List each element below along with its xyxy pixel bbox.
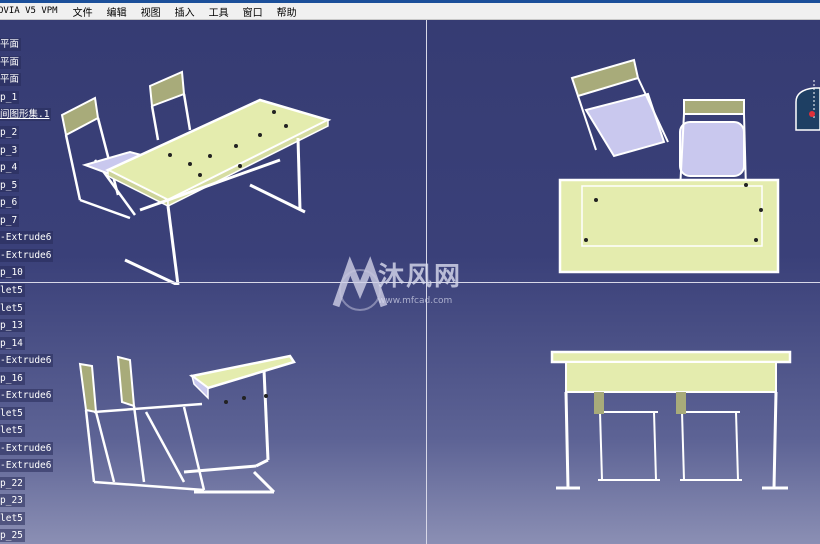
tree-item[interactable]: 平面	[0, 56, 22, 69]
tree-item[interactable]: let5	[0, 407, 25, 420]
menu-bar: OVIA V5 VPM 文件 编辑 视图 插入 工具 窗口 帮助	[0, 3, 820, 20]
menu-help[interactable]: 帮助	[270, 4, 304, 19]
watermark-text: 沐风网	[378, 262, 463, 292]
tree-item[interactable]: let5	[0, 302, 25, 315]
tree-item[interactable]: p_4	[0, 161, 20, 174]
tree-item[interactable]: -Extrude6	[0, 459, 54, 472]
tree-item[interactable]: 平面	[0, 38, 22, 51]
tree-item[interactable]: p_23	[0, 494, 25, 507]
app-name: OVIA V5 VPM	[0, 6, 58, 16]
watermark-url: www.mfcad.com	[378, 296, 453, 306]
compass-icon[interactable]	[790, 80, 820, 136]
tree-item[interactable]: -Extrude6	[0, 442, 54, 455]
tree-item[interactable]: let5	[0, 284, 25, 297]
tree-item[interactable]: -Extrude6	[0, 354, 54, 367]
menu-edit[interactable]: 编辑	[100, 4, 134, 19]
tree-item[interactable]: p_5	[0, 179, 20, 192]
menu-window[interactable]: 窗口	[236, 4, 270, 19]
view-side[interactable]	[74, 342, 304, 507]
menu-file[interactable]: 文件	[66, 4, 100, 19]
menu-insert[interactable]: 插入	[168, 4, 202, 19]
tree-item[interactable]: p_6	[0, 196, 20, 209]
tree-item[interactable]: -Extrude6	[0, 231, 54, 244]
tree-item[interactable]: p_13	[0, 319, 25, 332]
tree-item[interactable]: 平面	[0, 73, 22, 86]
watermark: 沐风网 www.mfcad.com	[330, 250, 500, 320]
menu-view[interactable]: 视图	[134, 4, 168, 19]
tree-item[interactable]: let5	[0, 512, 25, 525]
tree-item[interactable]: p_7	[0, 214, 20, 227]
menu-tools[interactable]: 工具	[202, 4, 236, 19]
tree-item[interactable]: p_22	[0, 477, 25, 490]
view-front[interactable]	[548, 348, 794, 500]
tree-item[interactable]: -Extrude6	[0, 249, 54, 262]
view-top[interactable]	[556, 40, 786, 280]
tree-item[interactable]: p_14	[0, 337, 25, 350]
tree-item[interactable]: p_25	[0, 529, 25, 542]
tree-item[interactable]: p_3	[0, 144, 20, 157]
tree-item[interactable]: p_16	[0, 372, 25, 385]
tree-item[interactable]: 间图形集.1	[0, 108, 52, 121]
tree-item[interactable]: p_10	[0, 266, 25, 279]
tree-item[interactable]: p_2	[0, 126, 20, 139]
tree-item[interactable]: -Extrude6	[0, 389, 54, 402]
3d-viewport[interactable]: 沐风网 www.mfcad.com 平面 平面 平面 p_1 间图形集.1 p_…	[0, 20, 820, 544]
view-isometric[interactable]	[50, 60, 340, 285]
tree-item[interactable]: p_1	[0, 91, 20, 104]
tree-item[interactable]: let5	[0, 424, 25, 437]
